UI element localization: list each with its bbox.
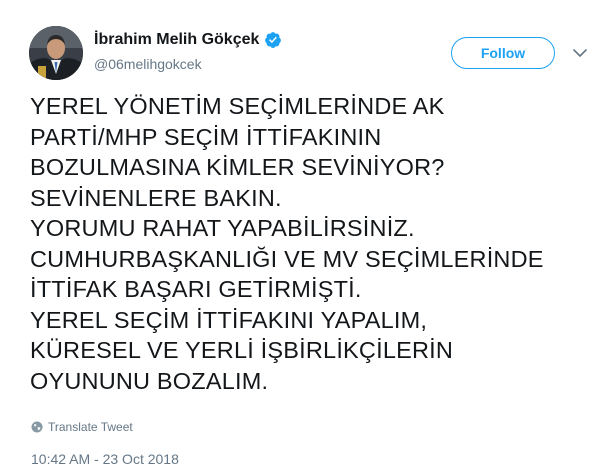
author-handle[interactable]: @06melihgokcek [94, 56, 202, 72]
avatar-image [29, 26, 83, 80]
tweet-text: YEREL YÖNETİM SEÇİMLERİNDE AK PARTİ/MHP … [30, 93, 544, 394]
verified-badge-icon [264, 31, 282, 49]
tweet-timestamp[interactable]: 10:42 AM - 23 Oct 2018 [31, 451, 179, 467]
author-display-name[interactable]: İbrahim Melih Gökçek [94, 31, 259, 49]
follow-button[interactable]: Follow [451, 37, 555, 69]
avatar[interactable] [29, 26, 83, 80]
tweet-card: İbrahim Melih Gökçek @06melihgokcek Foll… [0, 0, 616, 473]
translate-tweet-link[interactable]: Translate Tweet [31, 420, 133, 434]
author-name-row: İbrahim Melih Gökçek [94, 31, 282, 49]
globe-icon [31, 421, 43, 433]
translate-tweet-label: Translate Tweet [48, 420, 133, 434]
chevron-down-icon[interactable] [571, 44, 589, 62]
